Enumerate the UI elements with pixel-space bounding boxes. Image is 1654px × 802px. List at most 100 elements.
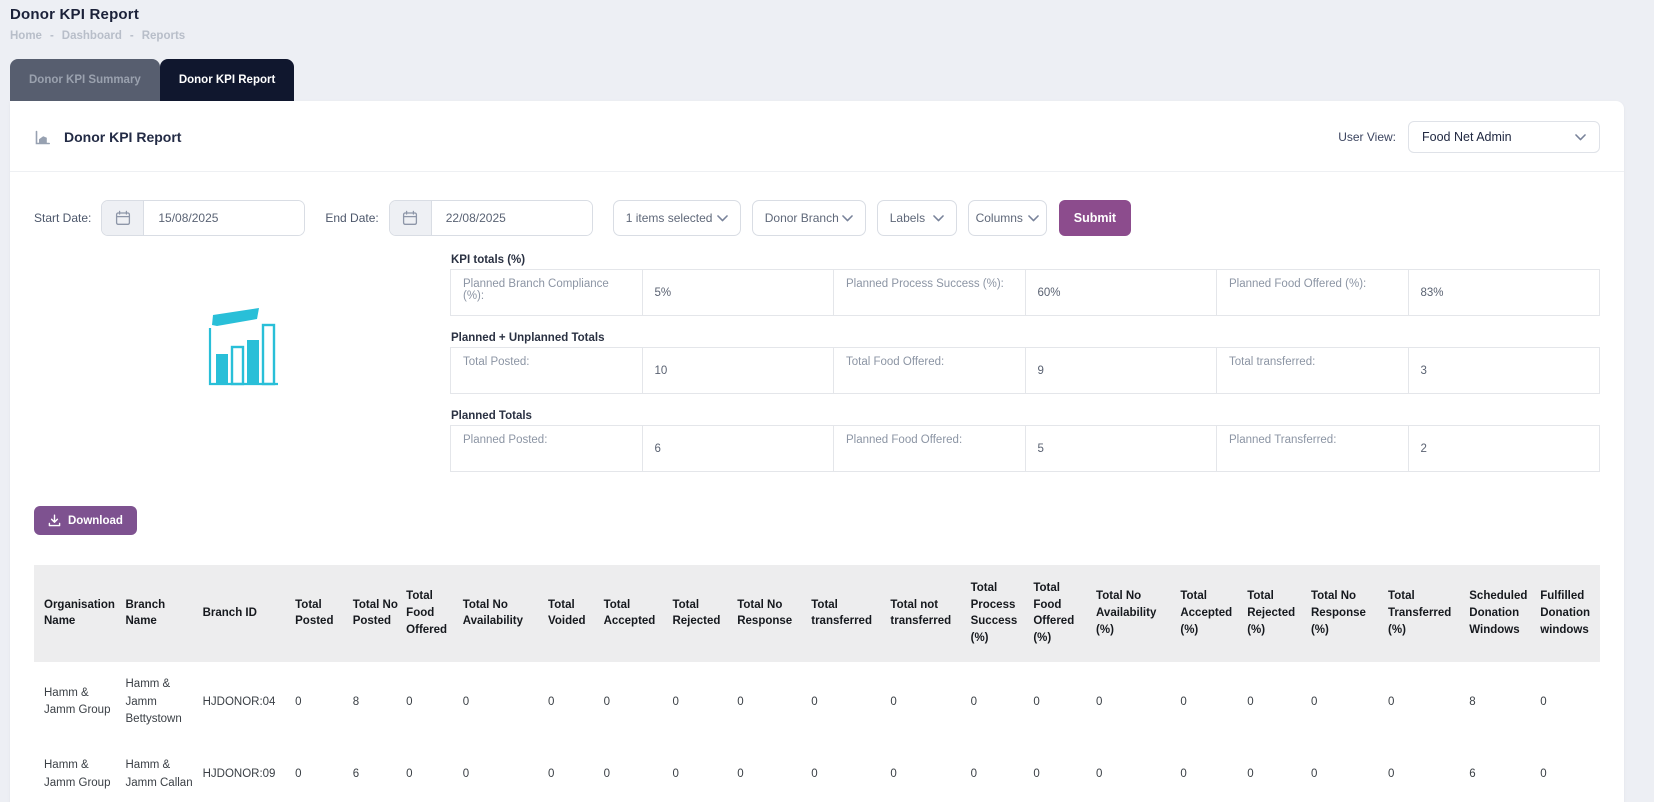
column-header: Total Accepted (%) <box>1180 565 1247 662</box>
table-cell: HJDONOR:04 <box>203 662 296 743</box>
start-date-input[interactable] <box>144 201 304 235</box>
kpi-section-planned: Planned Totals Planned Posted: 6 Planned… <box>450 410 1600 472</box>
table-cell: 0 <box>604 743 673 802</box>
page-title: Donor KPI Report <box>10 6 1654 23</box>
table-cell: 0 <box>1033 743 1096 802</box>
table-cell: Hamm & Jamm Group <box>34 662 126 743</box>
column-header: Total Rejected (%) <box>1247 565 1311 662</box>
page-header: Donor KPI Report Home - Dashboard - Repo… <box>0 0 1654 42</box>
table-cell: 8 <box>1469 662 1540 743</box>
column-header: Branch Name <box>126 565 203 662</box>
table-cell: 0 <box>971 743 1034 802</box>
report-table: Organisation NameBranch NameBranch IDTot… <box>34 565 1600 802</box>
table-cell: 6 <box>1469 743 1540 802</box>
kpi-tables: KPI totals (%) Planned Branch Compliance… <box>450 254 1600 488</box>
report-table-wrap: Organisation NameBranch NameBranch IDTot… <box>34 565 1600 802</box>
column-header: Total No Availability (%) <box>1096 565 1180 662</box>
kpi-label: Total Posted: <box>451 348 643 394</box>
download-button[interactable]: Download <box>34 506 137 535</box>
column-header: Total Process Success (%) <box>971 565 1034 662</box>
column-header: Fulfilled Donation windows <box>1540 565 1600 662</box>
column-header: Total Food Offered (%) <box>1033 565 1096 662</box>
kpi-section-heading: Planned Totals <box>451 410 1600 422</box>
download-button-label: Download <box>68 515 123 527</box>
end-date-input[interactable] <box>432 201 592 235</box>
end-date-label: End Date: <box>325 211 378 225</box>
column-header: Total Voided <box>548 565 604 662</box>
calendar-icon[interactable] <box>390 201 432 235</box>
table-cell: 0 <box>1540 743 1600 802</box>
table-cell: 0 <box>811 743 890 802</box>
donor-branch-dropdown-value: Donor Branch <box>765 211 839 225</box>
table-cell: 0 <box>1096 662 1180 743</box>
donor-branch-dropdown[interactable]: Donor Branch <box>752 200 866 236</box>
table-cell: Hamm & Jamm Bettystown <box>126 662 203 743</box>
report-table-body: Hamm & Jamm GroupHamm & Jamm BettystownH… <box>34 662 1600 802</box>
column-header: Total No Response (%) <box>1311 565 1388 662</box>
column-header: Total No Response <box>737 565 811 662</box>
table-cell: 0 <box>1311 743 1388 802</box>
column-header: Total not transferred <box>890 565 970 662</box>
organisation-multiselect[interactable]: 1 items selected <box>613 200 741 236</box>
columns-dropdown-value: Columns <box>976 211 1023 225</box>
kpi-value: 9 <box>1025 348 1217 394</box>
table-cell: 0 <box>1540 662 1600 743</box>
kpi-section-heading: KPI totals (%) <box>451 254 1600 266</box>
kpi-label: Planned Food Offered: <box>834 426 1026 472</box>
column-header: Total Posted <box>295 565 353 662</box>
chevron-down-icon <box>717 215 728 222</box>
table-cell: 0 <box>295 743 353 802</box>
table-cell: 0 <box>1033 662 1096 743</box>
card-header: Donor KPI Report User View: Food Net Adm… <box>10 101 1624 172</box>
user-view-value: Food Net Admin <box>1422 130 1512 144</box>
table-cell: 0 <box>890 743 970 802</box>
kpi-label: Planned Posted: <box>451 426 643 472</box>
chevron-down-icon <box>1028 215 1039 222</box>
column-header: Total transferred <box>811 565 890 662</box>
column-header: Total Transferred (%) <box>1388 565 1469 662</box>
chevron-down-icon <box>1575 134 1586 141</box>
table-cell: 0 <box>890 662 970 743</box>
kpi-label: Planned Branch Compliance (%): <box>451 270 643 316</box>
columns-dropdown[interactable]: Columns <box>968 200 1047 236</box>
table-cell: 0 <box>463 662 548 743</box>
tab-bar: Donor KPI Summary Donor KPI Report <box>10 59 1654 101</box>
labels-dropdown[interactable]: Labels <box>877 200 957 236</box>
kpi-label: Planned Food Offered (%): <box>1217 270 1409 316</box>
kpi-section-planned-unplanned: Planned + Unplanned Totals Total Posted:… <box>450 332 1600 394</box>
table-cell: 0 <box>1247 743 1311 802</box>
kpi-value: 5% <box>642 270 834 316</box>
table-cell: 0 <box>1096 743 1180 802</box>
table-cell: 0 <box>406 662 463 743</box>
table-cell: 0 <box>1311 662 1388 743</box>
breadcrumb-home[interactable]: Home <box>10 30 42 42</box>
kpi-value: 5 <box>1025 426 1217 472</box>
table-cell: 0 <box>295 662 353 743</box>
breadcrumb-separator: - <box>50 30 54 42</box>
kpi-value: 3 <box>1408 348 1600 394</box>
column-header: Organisation Name <box>34 565 126 662</box>
table-cell: Hamm & Jamm Group <box>34 743 126 802</box>
breadcrumb-separator: - <box>130 30 134 42</box>
card-title: Donor KPI Report <box>64 129 181 145</box>
report-card: Donor KPI Report User View: Food Net Adm… <box>10 101 1624 802</box>
kpi-value: 10 <box>642 348 834 394</box>
breadcrumb-reports[interactable]: Reports <box>142 30 185 42</box>
user-view-label: User View: <box>1338 130 1396 144</box>
submit-button[interactable]: Submit <box>1059 200 1131 236</box>
user-view-select[interactable]: Food Net Admin <box>1408 121 1600 153</box>
bar-chart-icon <box>34 129 51 146</box>
organisation-multiselect-value: 1 items selected <box>626 211 713 225</box>
table-cell: 0 <box>737 743 811 802</box>
table-cell: 6 <box>353 743 406 802</box>
breadcrumb-dashboard[interactable]: Dashboard <box>62 30 122 42</box>
breadcrumb: Home - Dashboard - Reports <box>10 30 1654 42</box>
table-cell: 0 <box>604 662 673 743</box>
calendar-icon[interactable] <box>102 201 144 235</box>
tab-donor-kpi-report[interactable]: Donor KPI Report <box>160 59 294 101</box>
kpi-summary-area: KPI totals (%) Planned Branch Compliance… <box>10 242 1624 488</box>
table-cell: 0 <box>1247 662 1311 743</box>
kpi-value: 2 <box>1408 426 1600 472</box>
table-cell: 0 <box>672 662 737 743</box>
tab-donor-kpi-summary[interactable]: Donor KPI Summary <box>10 59 160 101</box>
